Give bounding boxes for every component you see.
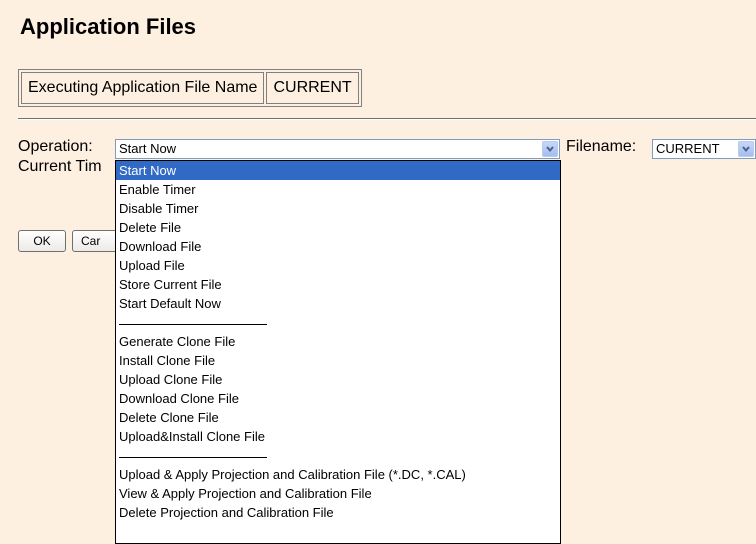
chevron-down-icon — [742, 146, 750, 153]
dropdown-option[interactable]: Upload Clone File — [116, 370, 560, 389]
executing-file-value: CURRENT — [266, 72, 359, 104]
operation-select[interactable]: Start Now — [115, 139, 560, 159]
dropdown-option[interactable]: Delete Clone File — [116, 408, 560, 427]
operation-select-value: Start Now — [119, 141, 177, 156]
dropdown-option[interactable]: Upload&Install Clone File — [116, 427, 560, 446]
dropdown-option[interactable]: Install Clone File — [116, 351, 560, 370]
filename-select-value: CURRENT — [656, 141, 720, 156]
dropdown-separator — [116, 446, 560, 465]
executing-file-label: Executing Application File Name — [21, 72, 265, 104]
dropdown-option[interactable]: View & Apply Projection and Calibration … — [116, 484, 560, 503]
dropdown-option[interactable]: Disable Timer — [116, 199, 560, 218]
separator-rule — [119, 457, 267, 458]
dropdown-option[interactable]: Start Now — [116, 161, 560, 180]
dropdown-option[interactable]: Upload File — [116, 256, 560, 275]
filename-dropdown-button[interactable] — [738, 141, 754, 157]
dropdown-option[interactable]: Download Clone File — [116, 389, 560, 408]
filename-select[interactable]: CURRENT — [652, 139, 756, 159]
current-time-label: Current Tim — [18, 158, 102, 175]
dropdown-option[interactable]: Download File — [116, 237, 560, 256]
dropdown-option[interactable]: Store Current File — [116, 275, 560, 294]
dropdown-option[interactable]: Start Default Now — [116, 294, 560, 313]
filename-label: Filename: — [566, 138, 637, 155]
dropdown-option[interactable]: Delete File — [116, 218, 560, 237]
operation-label: Operation: — [18, 138, 93, 155]
page-title: Application Files — [20, 14, 197, 39]
dropdown-option[interactable]: Upload & Apply Projection and Calibratio… — [116, 465, 560, 484]
dropdown-option[interactable]: Enable Timer — [116, 180, 560, 199]
dropdown-separator — [116, 313, 560, 332]
operation-dropdown-list: Start Now Enable Timer Disable Timer Delete… — [115, 160, 561, 544]
executing-file-table: Executing Application File Name CURRENT — [18, 69, 362, 107]
dropdown-option[interactable]: Generate Clone File — [116, 332, 560, 351]
dropdown-option[interactable]: Delete Projection and Calibration File — [116, 503, 560, 522]
ok-button[interactable]: OK — [18, 230, 66, 252]
chevron-down-icon — [546, 146, 554, 153]
separator-rule — [119, 324, 267, 325]
operation-dropdown-button[interactable] — [542, 141, 558, 157]
divider — [18, 118, 756, 120]
